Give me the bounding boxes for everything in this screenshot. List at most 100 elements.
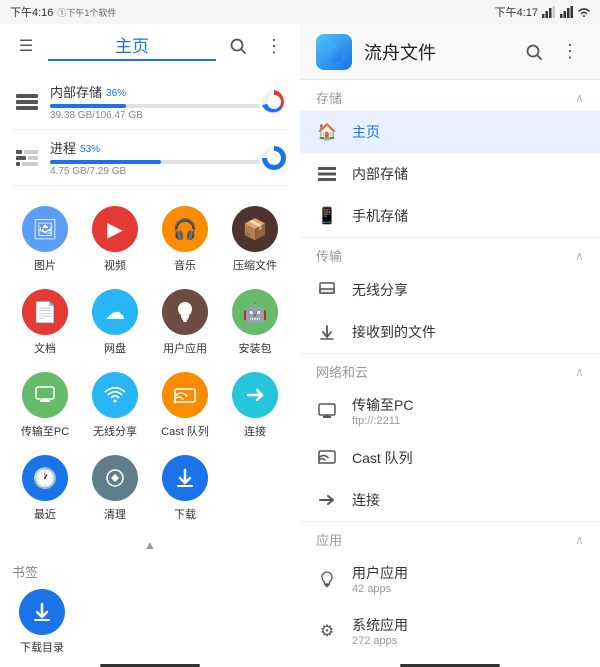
grid-item-docs[interactable]: 📄 文档 <box>12 283 78 362</box>
process-info: 进程 53% 4.75 GB/7.29 GB <box>50 138 260 177</box>
user-apps-nav-icon <box>316 568 338 590</box>
internal-progress-fill <box>50 104 126 108</box>
drawer-search-icon <box>525 43 543 61</box>
wifi-icon <box>578 6 590 18</box>
grid-item-apk[interactable]: 🤖 安装包 <box>222 283 288 362</box>
expand-arrow[interactable]: ▲ <box>0 536 300 554</box>
time-right: 下午4:17 <box>495 4 538 20</box>
app-title: 流舟文件 <box>364 39 436 65</box>
wireless-icon <box>92 372 138 418</box>
more-button[interactable]: ⋮ <box>260 32 288 60</box>
nav-section-transfer: 传输 ∧ 无线分享 <box>300 238 600 354</box>
docs-icon: 📄 <box>22 289 68 335</box>
grid-item-wireless[interactable]: 无线分享 <box>82 366 148 445</box>
nav-scroll[interactable]: 存储 ∧ 🏠 主页 内部存储 <box>300 80 600 663</box>
nav-wireless-share[interactable]: 无线分享 <box>300 269 600 311</box>
left-panel: ☰ 主页 ⋮ <box>0 24 300 667</box>
clean-label: 清理 <box>104 506 126 522</box>
grid-item-connect[interactable]: 连接 <box>222 366 288 445</box>
connect-nav-icon <box>316 489 338 511</box>
bottom-bar <box>0 663 300 667</box>
bookmarks-section: 书签 下载目录 <box>0 554 300 663</box>
drawer-header: 流舟文件 ⋮ <box>300 24 600 80</box>
home-nav-icon: 🏠 <box>316 121 338 143</box>
menu-button[interactable]: ☰ <box>12 32 40 60</box>
internal-progress-bar <box>50 104 260 108</box>
archive-label: 压缩文件 <box>233 257 277 273</box>
nav-phone-storage[interactable]: 📱 手机存储 <box>300 195 600 237</box>
process-icon <box>12 150 42 166</box>
nav-system-apps[interactable]: ⚙ 系统应用 272 apps <box>300 605 600 657</box>
drawer-more-icon: ⋮ <box>561 41 579 62</box>
wireless-share-nav-icon <box>316 279 338 301</box>
drawer-bottom-bar <box>300 663 600 667</box>
nav-cast-queue[interactable]: Cast 队列 <box>300 437 600 479</box>
user-apps-icon <box>162 289 208 335</box>
bookmark-download-dir[interactable]: 下载目录 <box>12 589 72 655</box>
grid-item-recent[interactable]: 🕐 最近 <box>12 449 78 528</box>
grid-item-user-apps[interactable]: 用户应用 <box>152 283 218 362</box>
status-bar-right: 下午4:17 <box>495 4 590 20</box>
video-icon: ▶ <box>92 206 138 252</box>
internal-storage-info: 内部存储 36% 39.38 GB/106.47 GB <box>50 82 260 121</box>
grid-item-cloud[interactable]: ☁ 网盘 <box>82 283 148 362</box>
grid-item-cast[interactable]: Cast 队列 <box>152 366 218 445</box>
archive-icon: 📦 <box>232 206 278 252</box>
nav-home[interactable]: 🏠 主页 <box>300 111 600 153</box>
top-bar: ☰ 主页 ⋮ <box>0 24 300 68</box>
connect-label: 连接 <box>244 423 266 439</box>
recent-label: 最近 <box>34 506 56 522</box>
drawer-home-indicator <box>400 664 500 667</box>
drawer-search-button[interactable] <box>520 38 548 66</box>
process-progress-bar <box>50 160 260 164</box>
time-left: 下午4:16 <box>10 4 53 20</box>
grid-item-download[interactable]: 下载 <box>152 449 218 528</box>
nav-transfer-pc[interactable]: 传输至PC ftp://:2211 <box>300 385 600 437</box>
download-label: 下载 <box>174 506 196 522</box>
section-header-transfer: 传输 ∧ <box>300 238 600 269</box>
process-pie-chart <box>260 144 288 172</box>
apk-label: 安装包 <box>239 340 272 356</box>
nav-connect[interactable]: 连接 <box>300 479 600 521</box>
signal-icon-2 <box>560 6 574 18</box>
storage-list-icon <box>12 94 42 110</box>
process-row[interactable]: 进程 53% 4.75 GB/7.29 GB <box>12 130 288 186</box>
received-nav-icon <box>316 321 338 343</box>
search-button[interactable] <box>224 32 252 60</box>
grid-item-music[interactable]: 🎧 音乐 <box>152 200 218 279</box>
grid-item-photos[interactable]: 🖼 图片 <box>12 200 78 279</box>
cloud-label: 网盘 <box>104 340 126 356</box>
app-container: ☰ 主页 ⋮ <box>0 24 600 667</box>
music-icon: 🎧 <box>162 206 208 252</box>
main-page-title: 主页 <box>48 32 216 61</box>
nav-received-files[interactable]: 接收到的文件 <box>300 311 600 353</box>
transfer-pc-nav-icon <box>316 400 338 422</box>
grid-item-clean[interactable]: 清理 <box>82 449 148 528</box>
internal-storage-row[interactable]: 内部存储 36% 39.38 GB/106.47 GB <box>12 74 288 130</box>
apk-icon: 🤖 <box>232 289 278 335</box>
music-label: 音乐 <box>174 257 196 273</box>
nav-section-apps: 应用 ∧ 用户应用 42 apps <box>300 522 600 663</box>
nav-internal-storage[interactable]: 内部存储 <box>300 153 600 195</box>
cast-icon <box>162 372 208 418</box>
transfer-pc-label: 传输至PC <box>21 423 69 439</box>
bookmarks-title: 书签 <box>12 562 288 581</box>
main-grid: 🖼 图片 ▶ 视频 🎧 音乐 📦 压缩文件 📄 文档 ☁ 网盘 <box>0 192 300 536</box>
internal-nav-icon <box>316 163 338 185</box>
video-label: 视频 <box>104 257 126 273</box>
drawer-more-button[interactable]: ⋮ <box>556 38 584 66</box>
status-bar: 下午4:16 ①下午1个软件 下午4:17 <box>0 0 600 24</box>
process-progress-fill <box>50 160 161 164</box>
drawer-action-icons: ⋮ <box>520 38 584 66</box>
nav-user-apps[interactable]: 用户应用 42 apps <box>300 553 600 605</box>
photos-label: 图片 <box>34 257 56 273</box>
search-icon <box>229 37 247 55</box>
grid-item-video[interactable]: ▶ 视频 <box>82 200 148 279</box>
notification-text: ①下午1个软件 <box>57 6 116 19</box>
grid-item-archive[interactable]: 📦 压缩文件 <box>222 200 288 279</box>
wireless-label: 无线分享 <box>93 423 137 439</box>
grid-item-transfer-pc[interactable]: 传输至PC <box>12 366 78 445</box>
system-apps-nav-icon: ⚙ <box>316 620 338 642</box>
cloud-icon: ☁ <box>92 289 138 335</box>
right-drawer: 流舟文件 ⋮ 存储 ∧ <box>300 24 600 667</box>
